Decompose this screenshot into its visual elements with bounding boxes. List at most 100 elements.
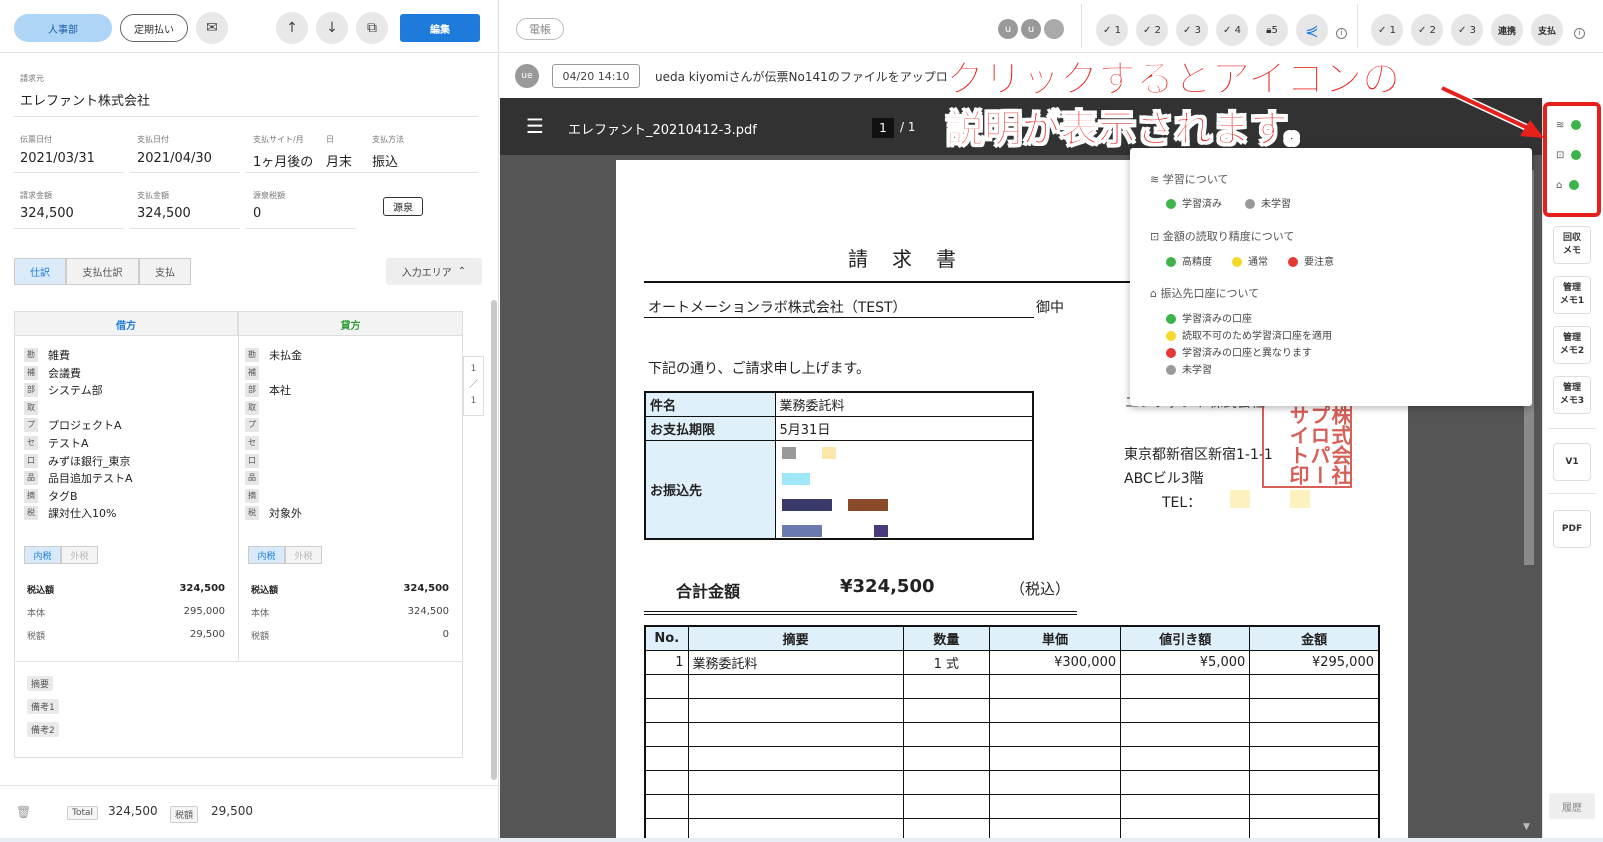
check-icon: ✓ [1183,24,1192,36]
field-value: 0 [253,206,262,221]
memo2-button[interactable]: 管理 メモ2 [1553,326,1591,364]
journal-row[interactable]: ププロジェクトA [24,416,122,434]
debit-inclusive-tax[interactable]: 内税 [24,546,61,564]
info-icon[interactable]: i [1336,28,1347,39]
tab-journal[interactable]: 仕訳 [14,258,66,285]
journal-row[interactable]: 品品目追加テストA [24,469,133,487]
avatar[interactable]: u [1021,19,1041,39]
journal-row[interactable]: 品 [245,469,269,487]
tab-payment-journal[interactable]: 支払仕訳 [66,258,139,285]
denpyo-badge[interactable]: 電帳 [516,18,564,40]
left-scrollbar[interactable] [491,300,497,780]
learning-status[interactable]: ≋ [1556,120,1587,131]
journal-row[interactable]: 口 [245,452,269,470]
journal-value: 対象外 [269,507,302,521]
memo1-button[interactable]: 管理 メモ1 [1553,276,1591,314]
history-button[interactable]: 履歴 [1549,793,1595,819]
journal-row[interactable]: 部本社 [245,381,291,399]
journal-row[interactable]: 摘タグB [24,487,78,505]
approval2-1[interactable]: ✓ 1 [1371,14,1403,46]
pdf-filename: エレファント_20210412-3.pdf [568,123,757,138]
version-button[interactable]: V1 [1553,443,1591,481]
check-icon: ✓ [1143,24,1152,36]
input-area-toggle[interactable]: 入力エリア ⌃ [386,258,482,285]
approval-4[interactable]: ✓ 4 [1216,14,1248,46]
note-remark2[interactable]: 備考2 [27,722,59,737]
note-summary[interactable]: 摘要 [27,676,54,691]
accuracy-status[interactable]: ⊡ [1556,150,1587,161]
credit-header: 貸方 [340,321,361,332]
journal-row[interactable]: 摘 [245,487,269,505]
items-cell [1249,698,1380,723]
memo3-button[interactable]: 管理 メモ3 [1553,376,1591,414]
tab-payment[interactable]: 支払 [139,258,191,285]
approval-3[interactable]: ✓ 3 [1176,14,1208,46]
edit-button[interactable]: 編集 [400,14,480,42]
items-cell [902,794,990,819]
field-label: 伝票日付 [20,135,52,144]
journal-row[interactable]: セ [245,434,269,452]
journal-row[interactable]: プ [245,416,269,434]
items-cell [644,722,689,747]
scroll-down-icon[interactable]: ▼ [1523,822,1530,832]
journal-row[interactable]: 勘未払金 [245,346,302,364]
journal-row[interactable]: 補会議費 [24,364,81,382]
items-cell [1249,770,1380,795]
approval2-3[interactable]: ✓ 3 [1451,14,1483,46]
memo-collect-button[interactable]: 回収 メモ [1553,226,1591,264]
arrow-down-icon[interactable]: ↓ [316,12,348,44]
activity-time: 04/20 14:10 [552,64,640,88]
doc-onchu: 御中 [1036,300,1064,316]
journal-value: テストA [48,437,89,450]
shiharai-button[interactable]: 支払 [1531,14,1563,46]
pdf-page-input[interactable]: 1 [872,118,894,138]
pdf-page-total: / 1 [900,120,916,134]
journal-row[interactable]: セテストA [24,434,89,452]
journal-row[interactable]: 取 [24,399,48,417]
avatar[interactable] [1044,19,1064,39]
amount-value: 324,500 [407,606,449,617]
items-cell [988,794,1122,819]
approval2-2[interactable]: ✓ 2 [1411,14,1443,46]
gensen-button[interactable]: 源泉 [383,197,423,216]
approval-1[interactable]: ✓ 1 [1096,14,1128,46]
journal-tag: 勘 [245,348,259,362]
doc-info-table: 件名 業務委託料 お支払期限 5月31日 お振込先 [644,391,1034,540]
approval-2[interactable]: ✓ 2 [1136,14,1168,46]
journal-row[interactable]: 取 [245,399,269,417]
periodic-payment-button[interactable]: 定期払い [120,14,188,42]
credit-inclusive-tax[interactable]: 内税 [248,546,285,564]
renkei-button[interactable]: 連携 [1491,14,1523,46]
avatar[interactable]: u [998,19,1018,39]
pdf-button[interactable]: PDF [1553,510,1591,548]
info-key: お振込先 [644,440,776,539]
send-back-icon[interactable]: ⋞ [1296,14,1328,46]
note-remark1[interactable]: 備考1 [27,699,59,714]
department-button[interactable]: 人事部 [14,14,112,42]
account-status[interactable]: ⌂ [1556,180,1585,191]
journal-row[interactable]: 口みずほ銀行_東京 [24,452,131,470]
journal-row[interactable]: 勘雑費 [24,346,70,364]
info-icon[interactable]: i [1574,28,1585,39]
items-cell [1120,770,1251,795]
inbox-icon[interactable]: ✉ [196,12,228,44]
items-cell [687,698,904,723]
items-cell [902,746,990,771]
journal-row[interactable]: 部システム部 [24,381,103,399]
items-header-cell: 値引き額 [1120,625,1251,651]
trash-icon[interactable]: 🗑 [16,805,31,819]
journal-row[interactable]: 税課対仕入10% [24,504,116,522]
invoice-from-value: エレファント株式会社 [20,94,151,109]
debit-exclusive-tax[interactable]: 外税 [61,546,98,564]
credit-exclusive-tax[interactable]: 外税 [285,546,322,564]
arrow-up-icon[interactable]: ↑ [276,12,308,44]
journal-row[interactable]: 補 [245,364,269,382]
journal-row[interactable]: 税対象外 [245,504,302,522]
items-cell: ¥5,000 [1120,650,1251,675]
amount-value: 0 [442,629,449,640]
journal-tag: 摘 [24,488,38,503]
items-cell [1249,794,1380,819]
approval-5[interactable]: 🔒︎ 5 [1256,14,1288,46]
menu-icon[interactable]: ☰ [526,114,544,138]
copy-icon[interactable]: ⧉ [356,12,388,44]
